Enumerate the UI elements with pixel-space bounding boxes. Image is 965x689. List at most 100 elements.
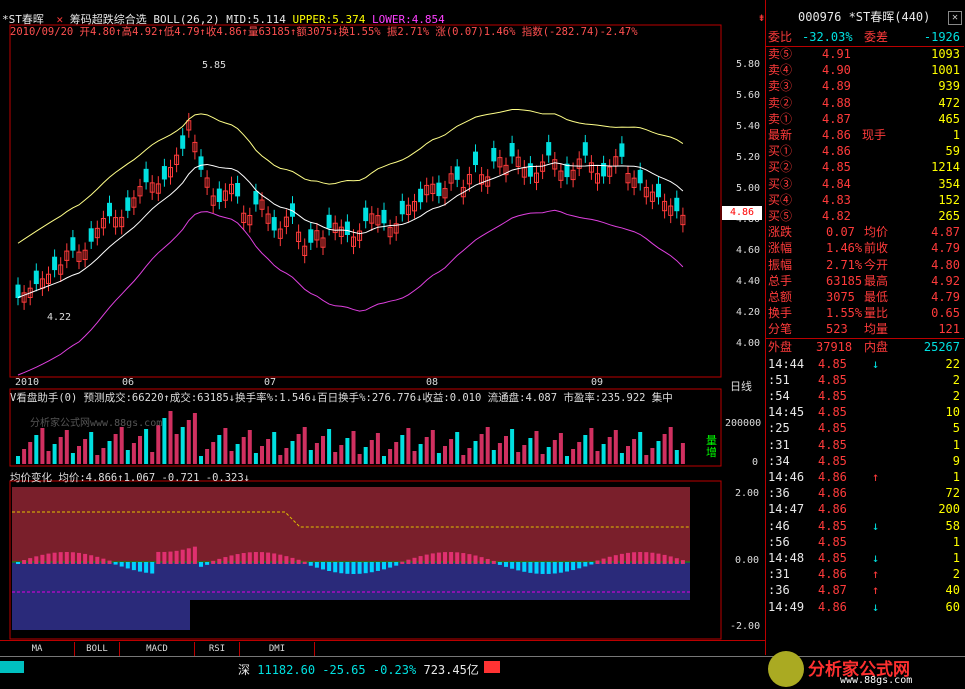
quote-panel: ⇟ 000976 *ST春晖(440) ✕ 委比 -32.03% 委差 -192… xyxy=(758,0,965,655)
osc-bar xyxy=(632,552,637,564)
volume-bar xyxy=(302,427,307,464)
volume-bar xyxy=(199,456,203,464)
candle-body xyxy=(637,169,643,184)
osc-bar xyxy=(485,558,490,564)
ask-row: 卖② 4.88 472 xyxy=(766,95,964,111)
volume-bar xyxy=(296,434,301,464)
pin-icon[interactable]: ⇟ xyxy=(758,10,765,26)
bid-row: 买④ 4.83 152 xyxy=(766,192,964,208)
volume-bar xyxy=(83,439,88,464)
status-progress-icon xyxy=(0,661,24,673)
volume-bar xyxy=(180,427,185,464)
candle-body xyxy=(418,188,424,203)
quote-price: 4.89 xyxy=(822,79,851,94)
tick-direction: ↑ xyxy=(872,567,880,582)
tick-volume: 1 xyxy=(952,470,960,484)
stat-value: 0.07 xyxy=(826,225,855,240)
tick-volume: 2 xyxy=(952,372,960,387)
tab-rsi[interactable]: RSI xyxy=(195,642,240,656)
volume-bar xyxy=(443,446,447,464)
tab-boll[interactable]: BOLL xyxy=(75,642,120,656)
osc-bar xyxy=(70,552,75,564)
tab-dmi[interactable]: DMI xyxy=(240,642,315,656)
osc-axis-bottom: -2.00 xyxy=(730,621,761,632)
tick-time: :54 xyxy=(768,389,790,403)
volume-bar xyxy=(186,420,191,464)
osc-bar xyxy=(131,562,136,571)
volume-bar xyxy=(363,447,368,464)
osc-bar xyxy=(235,554,240,564)
osc-bar xyxy=(516,562,521,571)
osc-bar xyxy=(565,562,569,572)
volume-bar xyxy=(467,448,472,464)
quote-label: 卖④ xyxy=(768,63,793,78)
osc-bar xyxy=(650,552,655,564)
ask-row: 卖④ 4.90 1001 xyxy=(766,62,964,78)
tick-time: :25 xyxy=(768,421,790,436)
osc-bar xyxy=(168,551,173,564)
volume-bar xyxy=(644,455,649,464)
volume-bar xyxy=(28,442,33,464)
stat-label: 总手 xyxy=(768,273,793,288)
stat-label: 今开 xyxy=(864,257,889,272)
osc-bar xyxy=(644,552,649,564)
candle-body xyxy=(326,214,332,229)
stat-label: 均量 xyxy=(864,322,889,337)
quote-title: ⇟ 000976 *ST春晖(440) ✕ xyxy=(758,10,964,26)
stat-value: 1.55% xyxy=(826,306,863,321)
candle-body xyxy=(253,191,259,205)
osc-bar xyxy=(363,562,368,574)
osc-bar xyxy=(211,560,216,564)
osc-bar xyxy=(522,562,527,572)
tick-price: 4.85 xyxy=(818,405,847,420)
chart-canvas[interactable] xyxy=(0,0,765,640)
tick-time: :56 xyxy=(768,534,790,549)
tab-macd[interactable]: MACD xyxy=(120,642,195,656)
period-label[interactable]: 日线 xyxy=(730,378,752,394)
tick-price: 4.85 xyxy=(818,389,847,403)
tick-price: 4.85 xyxy=(818,551,847,565)
tick-row: 14:44 4.85 ↓ 22 xyxy=(766,356,964,372)
osc-bar xyxy=(83,553,88,564)
quote-price: 4.84 xyxy=(822,176,851,191)
volume-bar xyxy=(534,431,539,464)
volume-bar xyxy=(119,427,124,464)
osc-bar xyxy=(327,562,332,571)
candle-body xyxy=(271,217,277,231)
volume-bar xyxy=(70,453,75,464)
osc-bar xyxy=(333,562,338,573)
volume-bar xyxy=(192,413,197,464)
volume-bar xyxy=(138,436,142,464)
stat-label: 分笔 xyxy=(768,322,793,337)
quote-price: 4.86 xyxy=(822,144,851,159)
status-bar: 深 11182.60 -25.65 -0.23% 723.45亿 分析家公式网 … xyxy=(0,651,965,689)
stat-value: 63185 xyxy=(826,273,863,288)
osc-bar xyxy=(247,552,252,564)
close-icon[interactable]: ✕ xyxy=(948,11,962,25)
volume-bar xyxy=(674,450,679,464)
volume-bar xyxy=(601,444,606,464)
stat-label: 涨幅 xyxy=(768,241,793,256)
boll-mid-line xyxy=(17,162,684,298)
tick-price: 4.85 xyxy=(818,453,847,468)
osc-bar xyxy=(223,557,228,564)
tick-volume: 2 xyxy=(952,389,960,403)
volume-bar xyxy=(571,449,576,464)
tab-ma[interactable]: MA xyxy=(0,642,75,656)
quote-price: 4.90 xyxy=(822,63,851,78)
volume-bar xyxy=(131,443,136,464)
quote-price: 4.91 xyxy=(822,47,851,61)
volume-bar xyxy=(223,428,228,464)
volume-bar xyxy=(40,428,45,464)
chart-area[interactable]: *ST春晖 ✕ 筹码超跌综合选 BOLL(26,2) MID:5.114 UPP… xyxy=(0,0,765,640)
osc-bar xyxy=(34,556,39,564)
stat-row: 分笔 523 均量 121 xyxy=(766,321,964,337)
tick-time: :34 xyxy=(768,453,790,468)
tick-row: 14:48 4.85 ↓ 1 xyxy=(766,550,964,566)
tick-row: :31 4.85 1 xyxy=(766,437,964,453)
stat-label: 最低 xyxy=(864,290,889,304)
index-name: 深 xyxy=(238,663,251,677)
index-ticker[interactable]: 深 11182.60 -25.65 -0.23% 723.45亿 xyxy=(238,661,479,678)
volume-bar xyxy=(77,446,81,464)
volume-bar xyxy=(619,453,624,464)
